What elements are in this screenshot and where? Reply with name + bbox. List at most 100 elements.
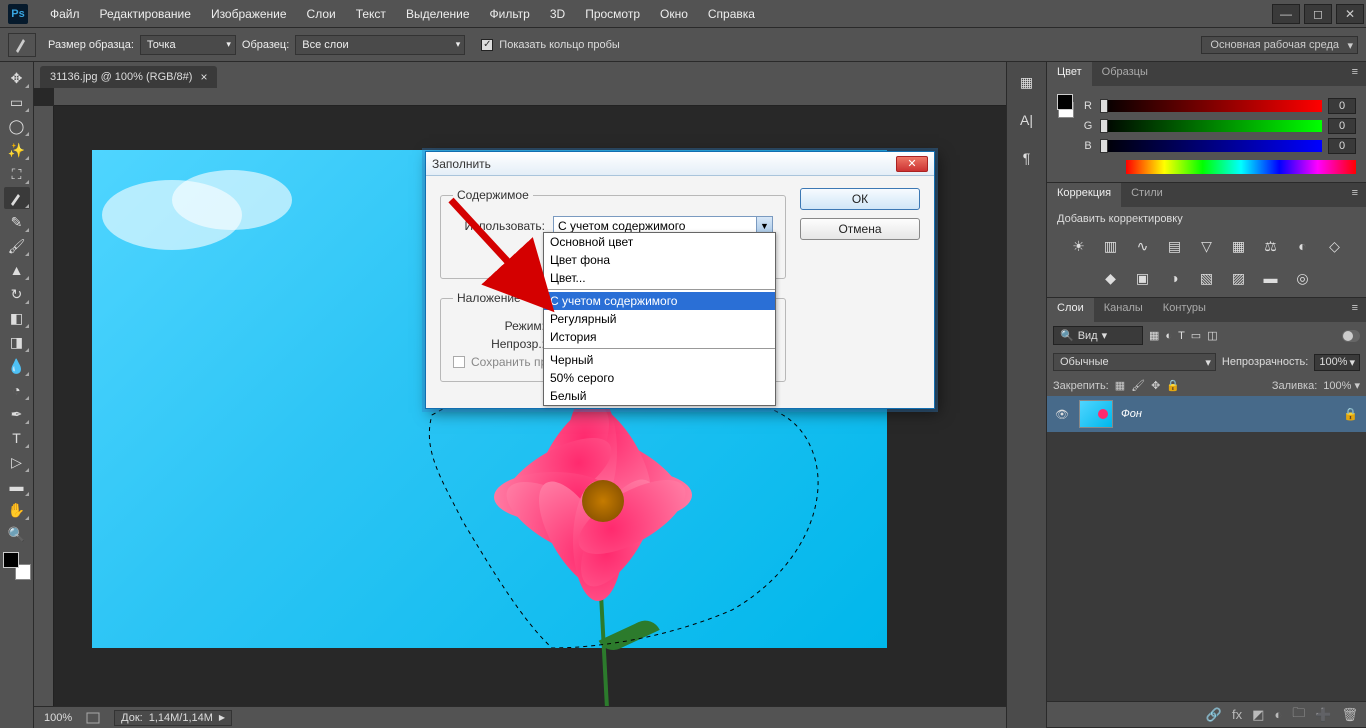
- tab-paths[interactable]: Контуры: [1153, 298, 1216, 322]
- status-zoom[interactable]: 100%: [44, 712, 72, 724]
- exposure-icon[interactable]: ▤: [1164, 235, 1186, 257]
- tab-styles[interactable]: Стили: [1121, 183, 1173, 207]
- magic-wand-tool[interactable]: ✨: [4, 139, 30, 161]
- b-value[interactable]: 0: [1328, 138, 1356, 154]
- marquee-tool[interactable]: ▭: [4, 91, 30, 113]
- menu-image[interactable]: Изображение: [201, 0, 297, 27]
- link-layers-icon[interactable]: 🔗: [1206, 707, 1222, 723]
- lock-position-icon[interactable]: ✥: [1151, 379, 1160, 392]
- active-tool-icon[interactable]: [8, 33, 36, 57]
- layer-thumbnail[interactable]: [1079, 400, 1113, 428]
- dropdown-option[interactable]: Белый: [544, 387, 775, 405]
- layer-visibility-icon[interactable]: 👁: [1055, 408, 1071, 421]
- pen-tool[interactable]: ✒: [4, 403, 30, 425]
- window-close[interactable]: ✕: [1336, 4, 1364, 24]
- menu-text[interactable]: Текст: [346, 0, 396, 27]
- hue-icon[interactable]: ▦: [1228, 235, 1250, 257]
- lasso-tool[interactable]: ◯: [4, 115, 30, 137]
- ruler-horizontal[interactable]: [54, 88, 1006, 106]
- filter-toggle[interactable]: [1342, 330, 1360, 342]
- lock-all-icon[interactable]: 🔒: [1166, 379, 1180, 392]
- gradient-map-icon[interactable]: ▬: [1260, 267, 1282, 289]
- dropdown-option[interactable]: Основной цвет: [544, 233, 775, 251]
- layer-mask-icon[interactable]: ◩: [1252, 707, 1264, 723]
- ok-button[interactable]: ОК: [800, 188, 920, 210]
- gradient-tool[interactable]: ◨: [4, 331, 30, 353]
- clone-stamp-tool[interactable]: ▲: [4, 259, 30, 281]
- channel-mixer-icon[interactable]: ◆: [1100, 267, 1122, 289]
- filter-type-icon[interactable]: T: [1178, 330, 1185, 342]
- blend-mode-select[interactable]: Обычные: [1053, 353, 1216, 371]
- layer-name[interactable]: Фон: [1121, 408, 1335, 420]
- levels-icon[interactable]: ▥: [1100, 235, 1122, 257]
- ruler-vertical[interactable]: [34, 106, 54, 706]
- paragraph-panel-icon[interactable]: ¶: [1015, 146, 1039, 170]
- window-minimize[interactable]: —: [1272, 4, 1300, 24]
- r-slider[interactable]: [1100, 100, 1322, 112]
- tab-swatches[interactable]: Образцы: [1092, 62, 1158, 86]
- blur-tool[interactable]: 💧: [4, 355, 30, 377]
- menu-layers[interactable]: Слои: [297, 0, 346, 27]
- crop-tool[interactable]: ⛶: [4, 163, 30, 185]
- layer-locked-icon[interactable]: 🔒: [1343, 407, 1358, 421]
- menu-file[interactable]: Файл: [40, 0, 90, 27]
- tab-adjustments[interactable]: Коррекция: [1047, 183, 1121, 207]
- hand-tool[interactable]: ✋: [4, 499, 30, 521]
- color-balance-icon[interactable]: ⚖: [1260, 235, 1282, 257]
- g-slider[interactable]: [1100, 120, 1322, 132]
- dropdown-option[interactable]: История: [544, 328, 775, 346]
- new-adjustment-icon[interactable]: ◐: [1274, 707, 1282, 722]
- eraser-tool[interactable]: ◧: [4, 307, 30, 329]
- lock-pixels-icon[interactable]: 🖌: [1131, 379, 1145, 392]
- menu-select[interactable]: Выделение: [396, 0, 480, 27]
- path-select-tool[interactable]: ▷: [4, 451, 30, 473]
- lock-transparent-icon[interactable]: ▦: [1115, 379, 1125, 392]
- dropdown-option[interactable]: 50% серого: [544, 369, 775, 387]
- curves-icon[interactable]: ∿: [1132, 235, 1154, 257]
- menu-window[interactable]: Окно: [650, 0, 698, 27]
- color-lookup-icon[interactable]: ▣: [1132, 267, 1154, 289]
- layer-filter[interactable]: 🔍 Вид ▾: [1053, 326, 1143, 345]
- panel-menu-icon[interactable]: ≡: [1344, 298, 1366, 322]
- new-group-icon[interactable]: 🗀: [1292, 704, 1305, 726]
- brightness-icon[interactable]: ☀: [1068, 235, 1090, 257]
- foreground-background-color[interactable]: [3, 552, 31, 580]
- filter-smart-icon[interactable]: ◫: [1207, 329, 1217, 342]
- invert-icon[interactable]: ◑: [1164, 267, 1186, 289]
- b-slider[interactable]: [1100, 140, 1322, 152]
- menu-filter[interactable]: Фильтр: [480, 0, 540, 27]
- menu-3d[interactable]: 3D: [540, 0, 575, 27]
- sample-size-select[interactable]: Точка: [140, 35, 236, 55]
- document-tab-close[interactable]: ×: [200, 70, 207, 84]
- dropdown-option[interactable]: Черный: [544, 351, 775, 369]
- tab-color[interactable]: Цвет: [1047, 62, 1092, 86]
- menu-view[interactable]: Просмотр: [575, 0, 650, 27]
- layer-opacity-value[interactable]: 100% ▾: [1314, 354, 1360, 371]
- filter-image-icon[interactable]: ▦: [1149, 329, 1159, 342]
- hue-strip[interactable]: [1126, 160, 1356, 174]
- use-dropdown[interactable]: Основной цветЦвет фонаЦвет...С учетом со…: [543, 232, 776, 406]
- window-maximize[interactable]: ◻: [1304, 4, 1332, 24]
- tab-channels[interactable]: Каналы: [1094, 298, 1153, 322]
- tab-layers[interactable]: Слои: [1047, 298, 1094, 322]
- menu-edit[interactable]: Редактирование: [90, 0, 201, 27]
- posterize-icon[interactable]: ▧: [1196, 267, 1218, 289]
- threshold-icon[interactable]: ▨: [1228, 267, 1250, 289]
- layer-fx-icon[interactable]: fx: [1232, 707, 1242, 722]
- type-tool[interactable]: T: [4, 427, 30, 449]
- character-panel-icon[interactable]: A|: [1015, 108, 1039, 132]
- zoom-tool[interactable]: 🔍: [4, 523, 30, 545]
- dialog-close-button[interactable]: ✕: [896, 156, 928, 172]
- delete-layer-icon[interactable]: 🗑: [1341, 707, 1358, 723]
- shape-tool[interactable]: ▬: [4, 475, 30, 497]
- layer-row[interactable]: 👁 Фон 🔒: [1047, 396, 1366, 432]
- eyedropper-tool[interactable]: [4, 187, 30, 209]
- healing-brush-tool[interactable]: ✎: [4, 211, 30, 233]
- g-value[interactable]: 0: [1328, 118, 1356, 134]
- layer-fill-value[interactable]: 100% ▾: [1323, 379, 1360, 392]
- show-sampling-ring[interactable]: ✓ Показать кольцо пробы: [481, 39, 620, 51]
- sample-select[interactable]: Все слои: [295, 35, 465, 55]
- document-tab[interactable]: 31136.jpg @ 100% (RGB/8#) ×: [40, 66, 217, 88]
- dialog-title-bar[interactable]: Заполнить ✕: [426, 152, 934, 176]
- dropdown-option[interactable]: Регулярный: [544, 310, 775, 328]
